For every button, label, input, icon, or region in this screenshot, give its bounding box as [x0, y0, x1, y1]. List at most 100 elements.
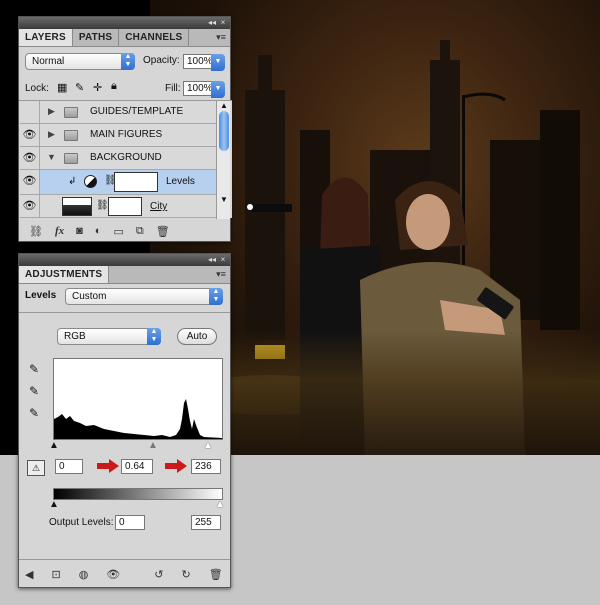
opacity-label: Opacity: — [143, 55, 180, 66]
chain-icon: ⛓︎ — [96, 200, 109, 211]
panel-menu-icon[interactable]: ▾≡ — [212, 29, 230, 46]
layers-list: ▶ GUIDES/TEMPLATE 👁︎ ▶ MAIN FIGURES 👁︎ ▼… — [19, 100, 232, 219]
adjustments-tab-bar: ADJUSTMENTS ▾≡ — [19, 266, 230, 284]
new-layer-icon[interactable]: ⧉ — [136, 225, 144, 238]
histogram-graph — [54, 399, 222, 439]
output-black-field[interactable]: 0 — [115, 515, 145, 530]
select-arrow-icon: ▲ ▼ — [121, 53, 135, 70]
layers-panel: ◂◂ × LAYERS PATHS CHANNELS ▾≡ Normal ▲ ▼ … — [18, 16, 232, 242]
input-black-field[interactable]: 0 — [55, 459, 83, 474]
eyedropper-gray-icon[interactable]: ✎ — [29, 384, 39, 398]
folder-icon — [64, 153, 78, 164]
divider — [19, 559, 230, 560]
layers-tab-bar: LAYERS PATHS CHANNELS ▾≡ — [19, 29, 230, 47]
blend-mode-select[interactable]: Normal ▲ ▼ — [25, 53, 135, 70]
eye-icon[interactable]: 👁︎ — [20, 170, 40, 194]
layers-scrollbar[interactable]: ▲ ▼ — [216, 101, 230, 219]
group-icon[interactable]: ▭ — [113, 225, 123, 238]
opacity-field[interactable]: 100% — [183, 54, 213, 69]
eyedropper-white-icon[interactable]: ✎ — [29, 406, 39, 420]
folder-icon — [64, 107, 78, 118]
channel-value: RGB — [64, 331, 86, 342]
adjustment-layer-icon — [84, 175, 97, 188]
trash-icon[interactable]: 🗑︎ — [209, 568, 223, 581]
close-icon[interactable]: × — [219, 19, 227, 27]
back-arrow-icon[interactable]: ◀ — [25, 568, 33, 581]
layer-name: Levels — [166, 176, 195, 187]
input-white-field[interactable]: 236 — [191, 459, 221, 474]
visibility-toggle[interactable] — [20, 101, 40, 123]
tab-channels[interactable]: CHANNELS — [119, 29, 190, 46]
tab-adjustments[interactable]: ADJUSTMENTS — [19, 266, 110, 283]
input-slider[interactable]: ▲ ▲ ▲ — [49, 441, 223, 451]
preset-value: Custom — [72, 291, 107, 302]
eye-icon[interactable]: 👁︎ — [106, 568, 120, 581]
lock-all-icon[interactable]: 🔒︎ — [111, 80, 117, 93]
link-icon[interactable]: ⛓︎ — [29, 225, 43, 238]
fill-field[interactable]: 100% — [183, 81, 213, 96]
select-arrow-icon: ▲ ▼ — [209, 288, 223, 305]
scroll-down-icon[interactable]: ▼ — [220, 195, 228, 204]
lock-position-icon[interactable]: ✛ — [93, 81, 102, 94]
white-point-slider[interactable]: ▲ — [203, 441, 213, 451]
disclosure-triangle-icon[interactable]: ▶ — [48, 106, 55, 117]
tab-layers[interactable]: LAYERS — [19, 29, 73, 46]
layer-thumbnail[interactable] — [62, 197, 92, 216]
eye-icon[interactable]: 👁︎ — [20, 147, 40, 169]
panel-titlebar[interactable]: ◂◂ × — [19, 17, 230, 29]
output-levels-label: Output Levels: — [49, 517, 114, 528]
tab-paths[interactable]: PATHS — [73, 29, 120, 46]
output-black-slider[interactable]: ▲ — [49, 500, 59, 510]
trash-icon[interactable]: 🗑︎ — [156, 225, 170, 238]
adjustment-icon[interactable]: ◐ — [95, 225, 102, 237]
red-arrow-icon — [165, 459, 187, 473]
output-gradient — [53, 488, 223, 500]
layer-row-selected[interactable]: 👁︎ ↲ ⛓︎ Levels — [20, 170, 216, 195]
preset-select[interactable]: Custom ▲ ▼ — [65, 288, 223, 305]
view-previous-icon[interactable]: ↺ — [154, 568, 163, 581]
adjustments-panel: ◂◂ × ADJUSTMENTS ▾≡ Levels Custom ▲ ▼ RGB… — [18, 253, 231, 588]
layer-row[interactable]: ▶ GUIDES/TEMPLATE — [20, 101, 216, 124]
channel-select[interactable]: RGB ▲ ▼ — [57, 328, 161, 345]
layer-row[interactable]: 👁︎ ▶ MAIN FIGURES — [20, 124, 216, 147]
mask-icon[interactable]: ◙ — [76, 225, 83, 237]
auto-button[interactable]: Auto — [177, 328, 217, 345]
collapse-icon[interactable]: ◂◂ — [208, 19, 216, 27]
lock-pixels-icon[interactable]: ✎ — [75, 81, 84, 94]
output-white-field[interactable]: 255 — [191, 515, 221, 530]
panel-menu-icon[interactable]: ▾≡ — [212, 266, 230, 283]
black-point-slider[interactable]: ▲ — [49, 441, 59, 451]
clipping-warning-icon[interactable]: ⚠ — [27, 460, 45, 476]
input-gamma-field[interactable]: 0.64 — [121, 459, 153, 474]
layer-name: BACKGROUND — [90, 152, 162, 163]
disclosure-triangle-icon[interactable]: ▶ — [48, 129, 55, 140]
folder-icon — [64, 130, 78, 141]
layer-mask-thumbnail[interactable] — [114, 172, 158, 192]
expand-view-icon[interactable]: ⊡ — [51, 568, 60, 581]
eyedropper-black-icon[interactable]: ✎ — [29, 362, 39, 376]
layer-mask-thumbnail[interactable] — [108, 197, 142, 216]
output-white-slider[interactable]: ▲ — [215, 500, 225, 510]
fx-icon[interactable]: fx — [55, 225, 64, 237]
panel-titlebar[interactable]: ◂◂ × — [19, 254, 230, 266]
close-icon[interactable]: × — [219, 256, 227, 264]
disclosure-triangle-icon[interactable]: ▼ — [47, 152, 56, 162]
layers-bottom-toolbar: ⛓︎ fx ◙ ◐ ▭ ⧉ 🗑︎ — [29, 222, 224, 240]
output-slider[interactable]: ▲ ▲ — [49, 500, 225, 510]
layer-row[interactable]: 👁︎ ▼ BACKGROUND — [20, 147, 216, 170]
collapse-icon[interactable]: ◂◂ — [208, 256, 216, 264]
clip-to-layer-icon[interactable]: ◍ — [79, 568, 89, 581]
layer-row[interactable]: 👁︎ ⛓︎ City — [20, 195, 216, 218]
reset-icon[interactable]: ↻ — [181, 568, 190, 581]
gamma-slider[interactable]: ▲ — [148, 441, 158, 451]
dropdown-arrow-icon: ▼ — [211, 54, 225, 71]
fill-dropdown[interactable]: ▼ — [211, 81, 225, 98]
scroll-up-icon[interactable]: ▲ — [220, 101, 228, 110]
opacity-dropdown[interactable]: ▼ — [211, 54, 225, 71]
lock-transparent-icon[interactable]: ▦ — [57, 81, 67, 94]
eye-icon[interactable]: 👁︎ — [20, 195, 40, 217]
eye-icon[interactable]: 👁︎ — [20, 124, 40, 146]
scroll-thumb[interactable] — [219, 111, 229, 151]
lock-label: Lock: — [25, 83, 49, 94]
select-arrow-icon: ▲ ▼ — [147, 328, 161, 345]
